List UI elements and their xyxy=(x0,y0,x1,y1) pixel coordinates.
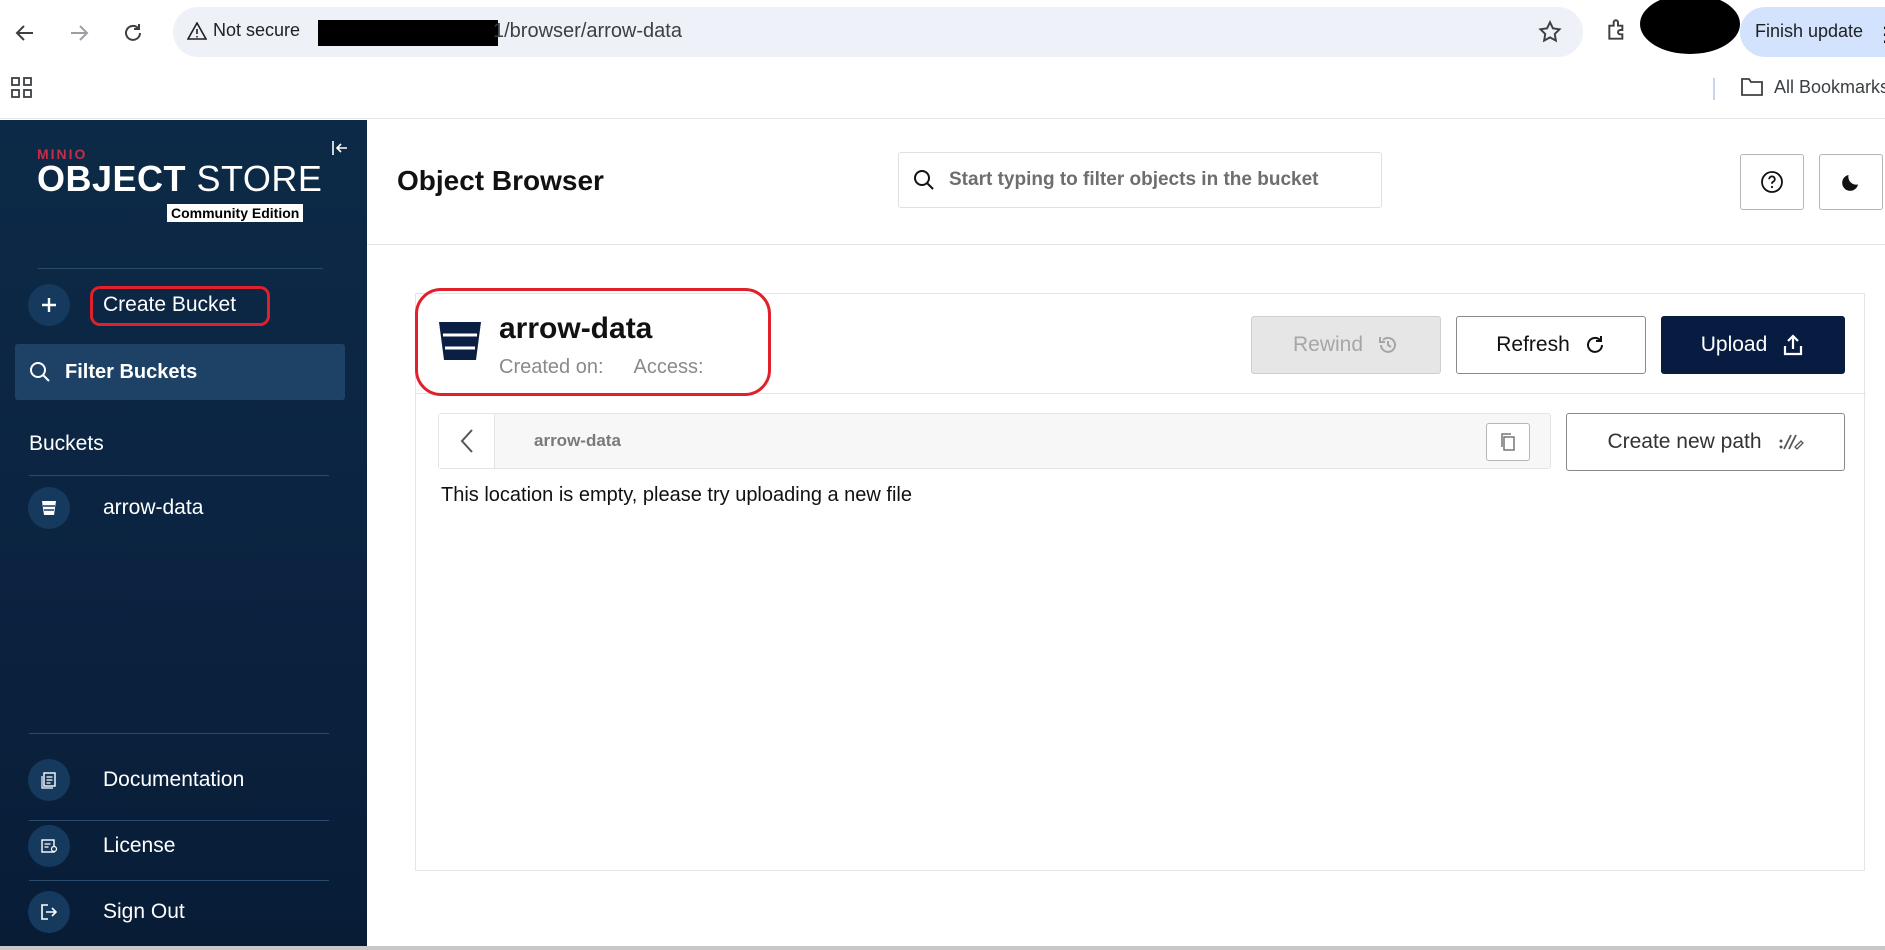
create-new-path-button[interactable]: Create new path xyxy=(1566,413,1845,471)
license-label: License xyxy=(103,834,176,857)
filter-buckets-label: Filter Buckets xyxy=(65,360,198,383)
object-search-field[interactable] xyxy=(898,152,1382,208)
current-path: arrow-data xyxy=(534,431,621,450)
empty-state-message: This location is empty, please try uploa… xyxy=(441,484,912,506)
sidebar-item-license[interactable]: License xyxy=(28,825,175,867)
folder-icon xyxy=(1741,78,1763,96)
annotation-highlight xyxy=(415,288,771,396)
plus-icon xyxy=(28,284,70,326)
help-icon xyxy=(1761,171,1783,193)
documentation-icon xyxy=(28,759,70,801)
sidebar: MINIO OBJECT STORE Community Edition Cre… xyxy=(0,120,367,950)
redacted-host xyxy=(318,20,498,46)
new-path-icon xyxy=(1779,434,1804,450)
license-icon xyxy=(28,825,70,867)
sign-out-label: Sign Out xyxy=(103,900,185,923)
filter-buckets-input[interactable]: Filter Buckets xyxy=(15,344,345,400)
refresh-icon xyxy=(1586,336,1603,353)
bookmark-star-icon[interactable] xyxy=(1537,19,1563,50)
documentation-label: Documentation xyxy=(103,768,245,791)
product-name: OBJECT STORE xyxy=(37,158,323,199)
all-bookmarks-button[interactable]: All Bookmarks xyxy=(1740,76,1885,98)
minio-logo: MINIO OBJECT STORE Community Edition xyxy=(37,146,323,222)
address-bar[interactable]: Not secure 1/browser/arrow-data xyxy=(173,7,1583,57)
copy-icon xyxy=(1501,433,1515,451)
upload-label: Upload xyxy=(1700,333,1768,356)
warning-icon xyxy=(187,21,207,40)
create-new-path-label: Create new path xyxy=(1607,430,1762,453)
sidebar-divider xyxy=(29,733,329,734)
bucket-label: arrow-data xyxy=(103,496,204,519)
security-label: Not secure xyxy=(213,20,301,40)
search-icon xyxy=(914,170,934,190)
back-icon[interactable] xyxy=(8,16,42,50)
apps-grid-icon[interactable] xyxy=(10,76,34,105)
search-icon xyxy=(30,362,50,382)
sidebar-divider xyxy=(29,820,329,821)
refresh-label: Refresh xyxy=(1496,333,1570,356)
page-title: Object Browser xyxy=(397,165,604,196)
sidebar-divider xyxy=(29,880,329,881)
path-back-button[interactable] xyxy=(439,414,495,468)
copy-path-button[interactable] xyxy=(1486,423,1530,461)
extensions-icon[interactable] xyxy=(1605,17,1631,48)
all-bookmarks-label: All Bookmarks xyxy=(1774,76,1885,97)
security-indicator[interactable]: Not secure xyxy=(187,20,300,41)
bucket-panel: arrow-data Created on: Access: Rewind Ref… xyxy=(415,288,1866,871)
sidebar-divider xyxy=(29,475,329,476)
moon-icon xyxy=(1842,175,1858,191)
dark-mode-toggle[interactable] xyxy=(1819,154,1883,210)
chevron-left-icon xyxy=(460,429,473,453)
sign-out-button[interactable]: Sign Out xyxy=(28,891,185,933)
window-bottom-edge xyxy=(0,946,1885,950)
forward-icon[interactable] xyxy=(62,16,96,50)
sidebar-item-documentation[interactable]: Documentation xyxy=(28,759,244,801)
collapse-sidebar-icon[interactable] xyxy=(330,138,350,163)
bookmarks-separator xyxy=(1713,78,1715,100)
reload-icon[interactable] xyxy=(116,16,150,50)
path-breadcrumb: arrow-data xyxy=(438,413,1551,469)
finish-update-button[interactable]: Finish update xyxy=(1740,7,1885,57)
create-bucket-button[interactable]: Create Bucket xyxy=(28,284,236,326)
rewind-label: Rewind xyxy=(1292,333,1364,356)
bucket-icon xyxy=(28,487,70,529)
history-icon xyxy=(1379,336,1396,353)
bucket-header: arrow-data Created on: Access: Rewind Ref… xyxy=(415,288,1866,396)
url-text: 1/browser/arrow-data xyxy=(493,20,682,42)
profile-avatar[interactable] xyxy=(1640,0,1740,54)
rewind-button[interactable]: Rewind xyxy=(1251,316,1441,374)
sidebar-divider xyxy=(38,268,323,269)
sidebar-bucket-arrow-data[interactable]: arrow-data xyxy=(28,487,203,529)
upload-icon xyxy=(1784,334,1803,356)
refresh-button[interactable]: Refresh xyxy=(1456,316,1646,374)
buckets-section-title: Buckets xyxy=(29,432,104,455)
sign-out-icon xyxy=(28,891,70,933)
browser-menu-icon[interactable]: ⋮ xyxy=(1875,22,1885,47)
edition-badge: Community Edition xyxy=(167,204,304,222)
object-search-input[interactable] xyxy=(949,169,1369,191)
page-header: Object Browser xyxy=(367,120,1885,245)
help-button[interactable] xyxy=(1740,154,1804,210)
annotation-highlight xyxy=(90,286,270,326)
upload-button[interactable]: Upload xyxy=(1661,316,1845,374)
browser-chrome: Not secure 1/browser/arrow-data Finish u… xyxy=(0,0,1885,119)
